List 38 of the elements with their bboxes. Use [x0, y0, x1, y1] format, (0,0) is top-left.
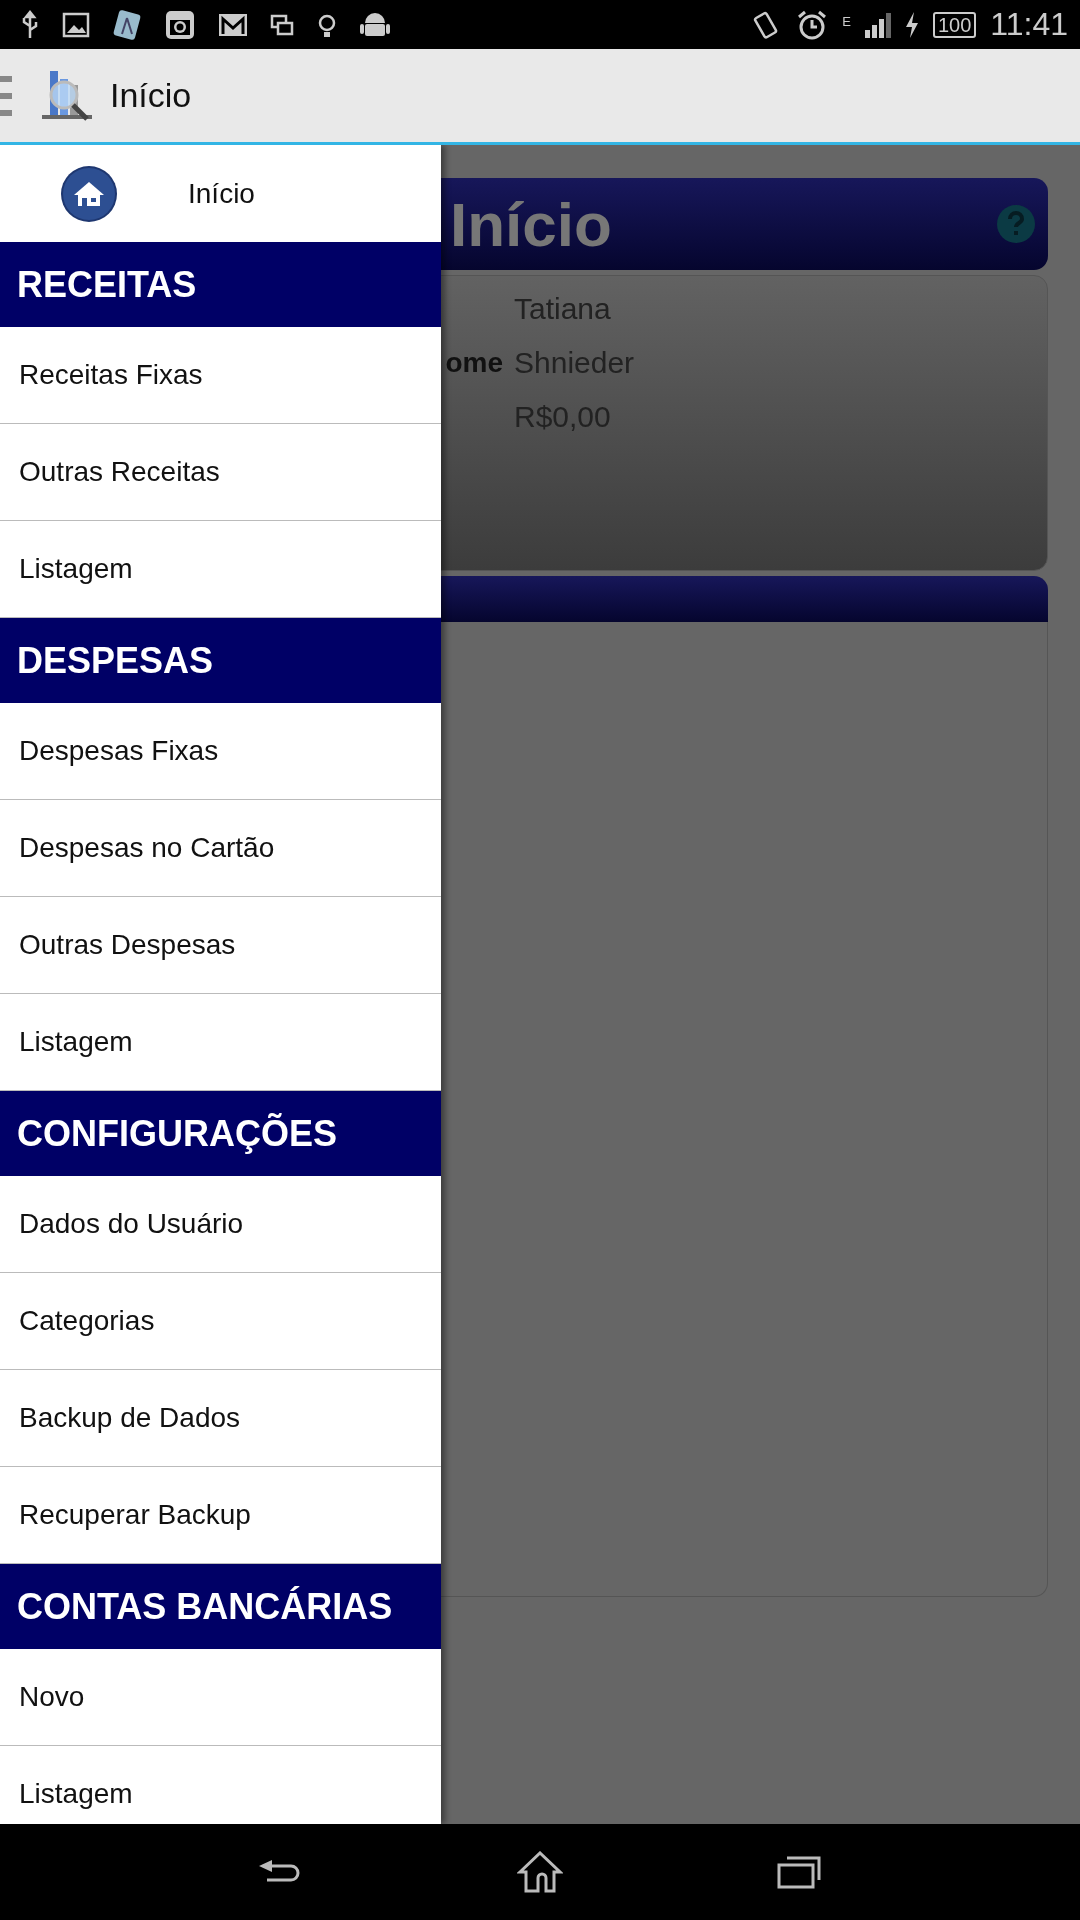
menu-icon — [0, 73, 12, 118]
image-icon — [62, 11, 90, 38]
drawer-item[interactable]: Outras Despesas — [0, 897, 441, 994]
field-label: ome — [445, 346, 503, 379]
drawer-item[interactable]: Listagem — [0, 994, 441, 1091]
drawer-item[interactable]: Dados do Usuário — [0, 1176, 441, 1273]
field-value: Tatiana — [514, 291, 611, 326]
drawer-item[interactable]: Backup de Dados — [0, 1370, 441, 1467]
drawer-home-item[interactable]: Início — [0, 145, 441, 242]
charging-icon — [904, 11, 919, 38]
section-header: DESPESAS — [0, 618, 441, 703]
windows-icon — [270, 13, 294, 36]
drawer-item[interactable]: Despesas no Cartão — [0, 800, 441, 897]
section-header: CONTAS BANCÁRIAS — [0, 1564, 441, 1649]
mail-icon — [218, 12, 248, 37]
usb-icon — [20, 9, 40, 40]
camera-icon — [164, 8, 196, 41]
alarm-clock-icon — [796, 8, 829, 41]
clock: 11:41 — [990, 6, 1068, 43]
battery-level: 100 — [932, 11, 977, 38]
app-title: Início — [110, 76, 192, 115]
home-icon — [517, 1851, 563, 1893]
drawer-item[interactable]: Receitas Fixas — [0, 327, 441, 424]
recent-apps-icon — [777, 1855, 823, 1889]
section-header: RECEITAS — [0, 242, 441, 327]
drawer-item[interactable]: Despesas Fixas — [0, 703, 441, 800]
drawer-item[interactable]: Listagem — [0, 1746, 441, 1824]
drawer-item[interactable]: Outras Receitas — [0, 424, 441, 521]
drawer-item[interactable]: Categorias — [0, 1273, 441, 1370]
drawer-item[interactable]: Novo — [0, 1649, 441, 1746]
help-icon — [996, 204, 1036, 244]
section-header: CONFIGURAÇÕES — [0, 1091, 441, 1176]
signal-icon — [864, 11, 891, 38]
card-title: Início — [450, 188, 612, 260]
network-type: E — [842, 14, 851, 29]
drawer-item[interactable]: Recuperar Backup — [0, 1467, 441, 1564]
home-icon — [60, 164, 118, 223]
drawer-item[interactable]: Listagem — [0, 521, 441, 618]
